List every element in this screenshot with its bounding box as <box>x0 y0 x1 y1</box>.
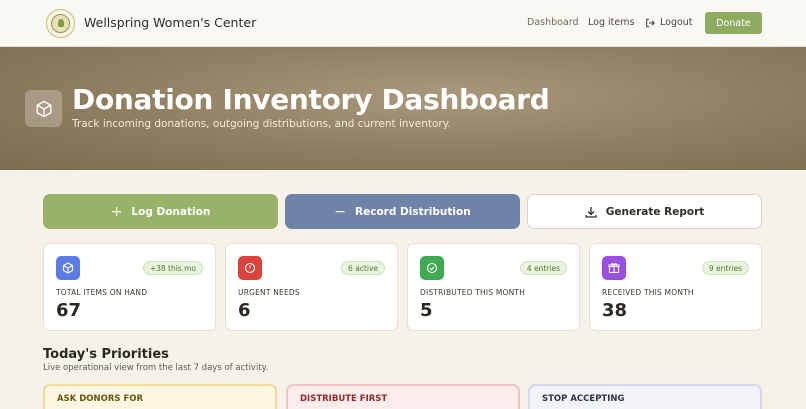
stat-label: URGENT NEEDS <box>238 288 300 297</box>
nav-logout-link[interactable]: Logout <box>645 17 693 28</box>
stat-value: 5 <box>420 300 433 321</box>
brand-name[interactable]: Wellspring Women's Center <box>84 15 256 30</box>
priority-card-distribute-first: DISTRIBUTE FIRST <box>286 384 520 409</box>
stat-badge: 4 entries <box>519 261 567 275</box>
record-distribution-label: Record Distribution <box>355 205 471 218</box>
nav-dashboard-link[interactable]: Dashboard <box>527 17 579 28</box>
priorities-title: Today's Priorities <box>43 347 169 362</box>
minus-icon: − <box>334 203 347 220</box>
stat-value: 6 <box>238 300 251 321</box>
priorities-subtitle: Live operational view from the last 7 da… <box>43 363 269 373</box>
priority-heading: STOP ACCEPTING <box>542 394 625 404</box>
gift-icon <box>602 256 626 280</box>
page-subtitle: Track incoming donations, outgoing distr… <box>72 118 451 130</box>
stat-card-received: 9 entries RECEIVED THIS MONTH 38 <box>589 243 762 331</box>
download-icon <box>585 206 597 218</box>
stat-value: 67 <box>56 300 82 321</box>
check-circle-icon <box>420 256 444 280</box>
stat-badge: 9 entries <box>701 261 749 275</box>
record-distribution-button[interactable]: − Record Distribution <box>285 194 520 229</box>
stat-card-total-items: +38 this mo TOTAL ITEMS ON HAND 67 <box>43 243 216 331</box>
nav-log-items-link[interactable]: Log items <box>588 17 634 28</box>
priority-heading: ASK DONORS FOR <box>57 394 144 404</box>
logo[interactable] <box>46 9 75 38</box>
alert-icon <box>238 256 262 280</box>
plus-icon: + <box>110 203 123 220</box>
logout-label: Logout <box>660 17 693 28</box>
stat-card-urgent-needs: 6 active URGENT NEEDS 6 <box>225 243 398 331</box>
hero-banner: Donation Inventory Dashboard Track incom… <box>0 47 806 170</box>
logout-icon <box>646 18 655 27</box>
priority-heading: DISTRIBUTE FIRST <box>300 394 388 404</box>
generate-report-button[interactable]: Generate Report <box>527 194 762 229</box>
generate-report-label: Generate Report <box>605 205 705 218</box>
page-title: Donation Inventory Dashboard <box>72 83 550 116</box>
priority-card-stop-accepting: STOP ACCEPTING <box>528 384 762 409</box>
donate-button[interactable]: Donate <box>705 12 762 34</box>
stat-label: RECEIVED THIS MONTH <box>602 288 694 297</box>
stat-label: DISTRIBUTED THIS MONTH <box>420 288 526 297</box>
cube-icon <box>56 256 80 280</box>
log-donation-label: Log Donation <box>131 205 211 218</box>
stat-label: TOTAL ITEMS ON HAND <box>56 288 148 297</box>
logo-emblem-icon <box>51 14 70 33</box>
top-navbar: Wellspring Women's Center Dashboard Log … <box>0 0 806 47</box>
stat-value: 38 <box>602 300 628 321</box>
stat-card-distributed: 4 entries DISTRIBUTED THIS MONTH 5 <box>407 243 580 331</box>
priority-card-ask-donors: ASK DONORS FOR <box>43 384 277 409</box>
package-icon <box>25 90 62 127</box>
log-donation-button[interactable]: + Log Donation <box>43 194 278 229</box>
stat-badge: 6 active <box>341 261 385 275</box>
stat-badge: +38 this mo <box>142 261 203 275</box>
